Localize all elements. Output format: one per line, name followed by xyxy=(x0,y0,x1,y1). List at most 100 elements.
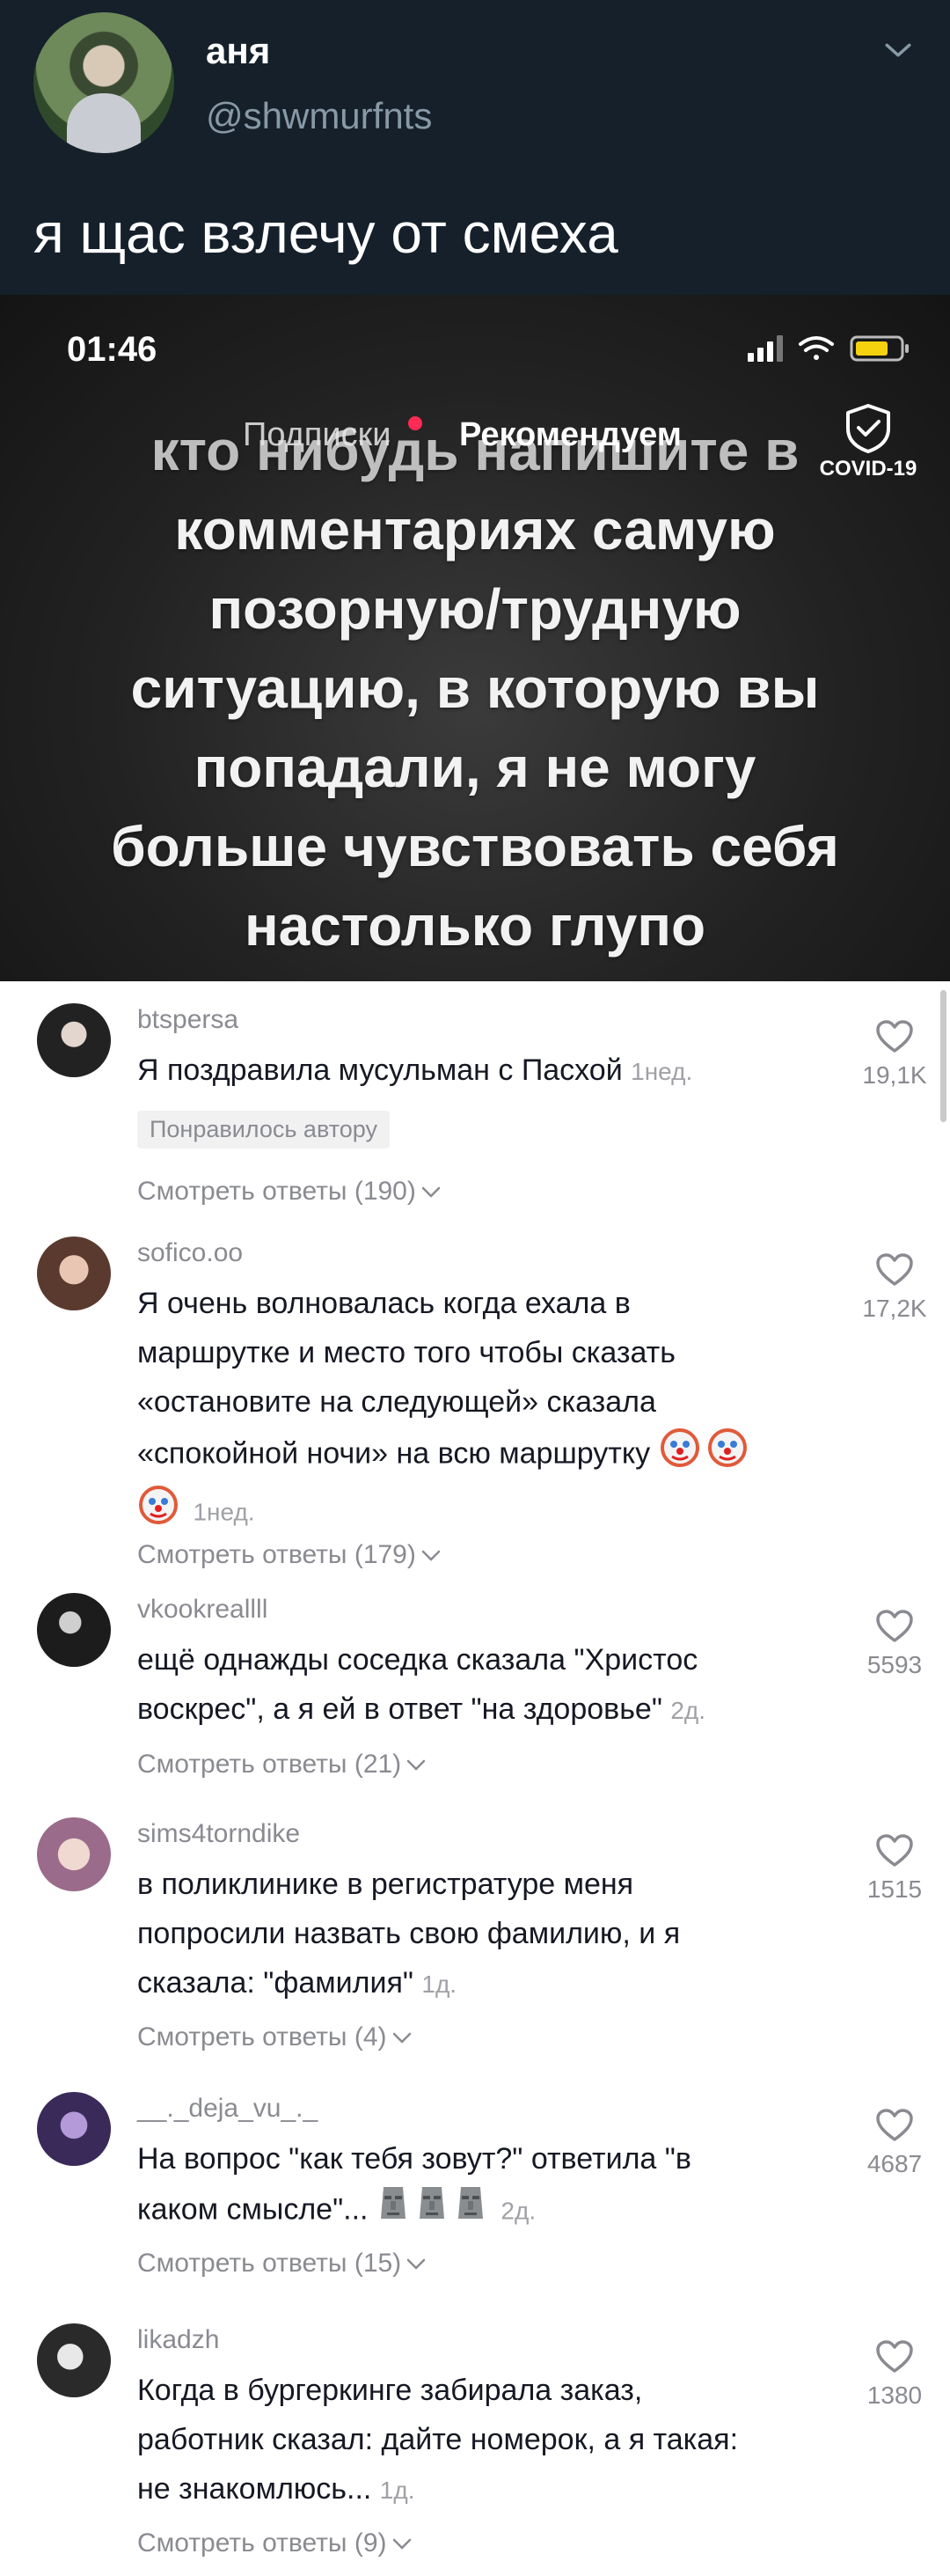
comments-list[interactable]: btspersa Я поздравила мусульман с Пасхой… xyxy=(0,981,950,2576)
chevron-down-icon xyxy=(392,2538,411,2550)
avatar[interactable] xyxy=(37,2323,111,2397)
comment-line: сказала: "фамилия" xyxy=(137,1966,413,2000)
clown-emoji-icon xyxy=(659,1427,701,1484)
comment-time: 1нед. xyxy=(193,1498,255,1526)
replies-label: Смотреть ответы (4) xyxy=(137,2022,387,2051)
comment-username[interactable]: likadzh xyxy=(137,2325,219,2355)
like-count: 19,1K xyxy=(862,1061,927,1089)
comment-line: в поликлинике в регистратуре меня xyxy=(137,1868,634,1901)
avatar[interactable] xyxy=(37,1817,111,1891)
caption-line: больше чувствовать себя xyxy=(111,815,839,878)
view-replies-button[interactable]: Смотреть ответы (190) xyxy=(137,1177,441,1207)
avatar[interactable] xyxy=(37,1003,111,1077)
comment-line: «спокойной ночи» на всю маршрутку xyxy=(137,1436,651,1471)
status-time: 01:46 xyxy=(67,330,157,369)
heart-icon xyxy=(876,1253,913,1286)
heart-icon xyxy=(876,2109,913,2141)
wifi-icon xyxy=(799,336,834,360)
tweet-header: аня @shwmurfnts я щас взлечу от смеха xyxy=(0,0,950,295)
video-caption: кто нибудь напишите в комментариях самую… xyxy=(53,411,897,965)
moai-emoji-icon xyxy=(376,2183,410,2239)
moai-emoji-icon xyxy=(454,2183,487,2239)
comment-username[interactable]: sims4torndike xyxy=(137,1819,300,1849)
comment-line: На вопрос "как тебя зовут?" ответила "в xyxy=(137,2142,691,2176)
like-button[interactable]: 19,1K xyxy=(846,1019,943,1090)
comment-text: в поликлинике в регистратуре меня попрос… xyxy=(137,1860,841,2009)
caption-line: настолько глупо xyxy=(244,894,706,958)
comment-text: ещё однажды соседка сказала "Христос вос… xyxy=(137,1635,841,1736)
replies-label: Смотреть ответы (9) xyxy=(137,2528,387,2558)
chevron-down-icon xyxy=(421,1550,441,1561)
like-button[interactable]: 4687 xyxy=(846,2108,943,2178)
comment-line: воскрес", а я ей в ответ "на здоровье" xyxy=(137,1692,662,1726)
replies-label: Смотреть ответы (15) xyxy=(137,2249,402,2278)
comment-line: маршрутке и место того чтобы сказать xyxy=(137,1336,676,1369)
view-replies-button[interactable]: Смотреть ответы (21) xyxy=(137,1750,426,1780)
status-icons xyxy=(748,335,909,362)
comment-line: попросили назвать свою фамилию, и я xyxy=(137,1917,681,1950)
view-replies-button[interactable]: Смотреть ответы (9) xyxy=(137,2528,412,2558)
display-name[interactable]: аня xyxy=(206,30,270,72)
battery-icon xyxy=(850,335,909,362)
comment-time: 1д. xyxy=(379,2477,415,2504)
moai-emoji-icon xyxy=(415,2183,449,2239)
replies-label: Смотреть ответы (190) xyxy=(137,1177,416,1206)
avatar[interactable] xyxy=(37,2092,111,2166)
tab-following[interactable]: Подписки xyxy=(243,416,391,454)
replies-label: Смотреть ответы (179) xyxy=(137,1540,416,1569)
comment-text: Я поздравила мусульман с Пасхой 1нед. xyxy=(137,1046,841,1097)
comment-text: На вопрос "как тебя зовут?" ответила "в … xyxy=(137,2134,841,2239)
heart-icon xyxy=(876,2340,913,2373)
live-dot xyxy=(408,416,422,430)
view-replies-button[interactable]: Смотреть ответы (179) xyxy=(137,1540,441,1570)
comment-line: «остановите на следующей» сказала xyxy=(137,1385,656,1419)
chevron-down-icon[interactable] xyxy=(883,35,913,65)
like-button[interactable]: 17,2K xyxy=(846,1252,943,1323)
tweet-text: я щас взлечу от смеха xyxy=(33,202,618,265)
signal-icon xyxy=(748,335,783,362)
chevron-down-icon xyxy=(406,1759,426,1771)
comment-username[interactable]: vkookreallll xyxy=(137,1595,267,1625)
heart-icon xyxy=(876,1020,913,1053)
comment-line: каком смысле"... xyxy=(137,2192,369,2227)
replies-label: Смотреть ответы (21) xyxy=(137,1750,402,1779)
like-button[interactable]: 1380 xyxy=(846,2339,943,2410)
comment-time: 1д. xyxy=(421,1971,457,1998)
comment-time: 2д. xyxy=(670,1697,706,1724)
caption-line: позорную/трудную xyxy=(208,577,742,641)
comment-username[interactable]: btspersa xyxy=(137,1005,238,1035)
like-count: 5593 xyxy=(866,1651,923,1678)
comment-username[interactable]: __._deja_vu_._ xyxy=(137,2094,318,2124)
like-count: 1515 xyxy=(866,1875,923,1903)
like-count: 4687 xyxy=(866,2150,923,2177)
avatar[interactable] xyxy=(37,1593,111,1667)
user-handle[interactable]: @shwmurfnts xyxy=(206,95,432,137)
clown-emoji-icon xyxy=(137,1484,179,1541)
chevron-down-icon xyxy=(392,2032,411,2044)
covid-button[interactable]: COVID-19 xyxy=(811,402,925,490)
shield-icon xyxy=(846,404,890,453)
comment-time: 1нед. xyxy=(631,1058,693,1085)
view-replies-button[interactable]: Смотреть ответы (15) xyxy=(137,2249,426,2279)
chevron-down-icon xyxy=(421,1186,441,1198)
tab-recommended[interactable]: Рекомендуем xyxy=(459,416,682,454)
like-button[interactable]: 1515 xyxy=(846,1833,943,1904)
comment-username[interactable]: sofico.oo xyxy=(137,1238,243,1268)
heart-icon xyxy=(876,1610,913,1642)
avatar[interactable] xyxy=(37,1237,111,1310)
like-button[interactable]: 5593 xyxy=(846,1609,943,1679)
comment-line: работник сказал: дайте номерок, а я така… xyxy=(137,2423,739,2456)
comment-line: Я очень волновалась когда ехала в xyxy=(137,1287,631,1320)
tweet-media[interactable]: 01:46 кто нибудь напишите в комментариях… xyxy=(0,295,950,981)
avatar[interactable] xyxy=(33,12,174,153)
comment-body: Я поздравила мусульман с Пасхой xyxy=(137,1053,623,1087)
comment-text: Я очень волновалась когда ехала в маршру… xyxy=(137,1279,841,1541)
caption-line: попадали, я не могу xyxy=(194,736,756,799)
comment-line: ещё однажды соседка сказала "Христос xyxy=(137,1643,698,1677)
caption-line: ситуацию, в которую вы xyxy=(130,657,820,720)
comment-line: Когда в бургеркинге забирала заказ, xyxy=(137,2374,643,2407)
chevron-down-icon xyxy=(406,2258,426,2270)
clown-emoji-icon xyxy=(706,1427,749,1484)
view-replies-button[interactable]: Смотреть ответы (4) xyxy=(137,2022,412,2052)
covid-label: COVID-19 xyxy=(819,457,917,481)
